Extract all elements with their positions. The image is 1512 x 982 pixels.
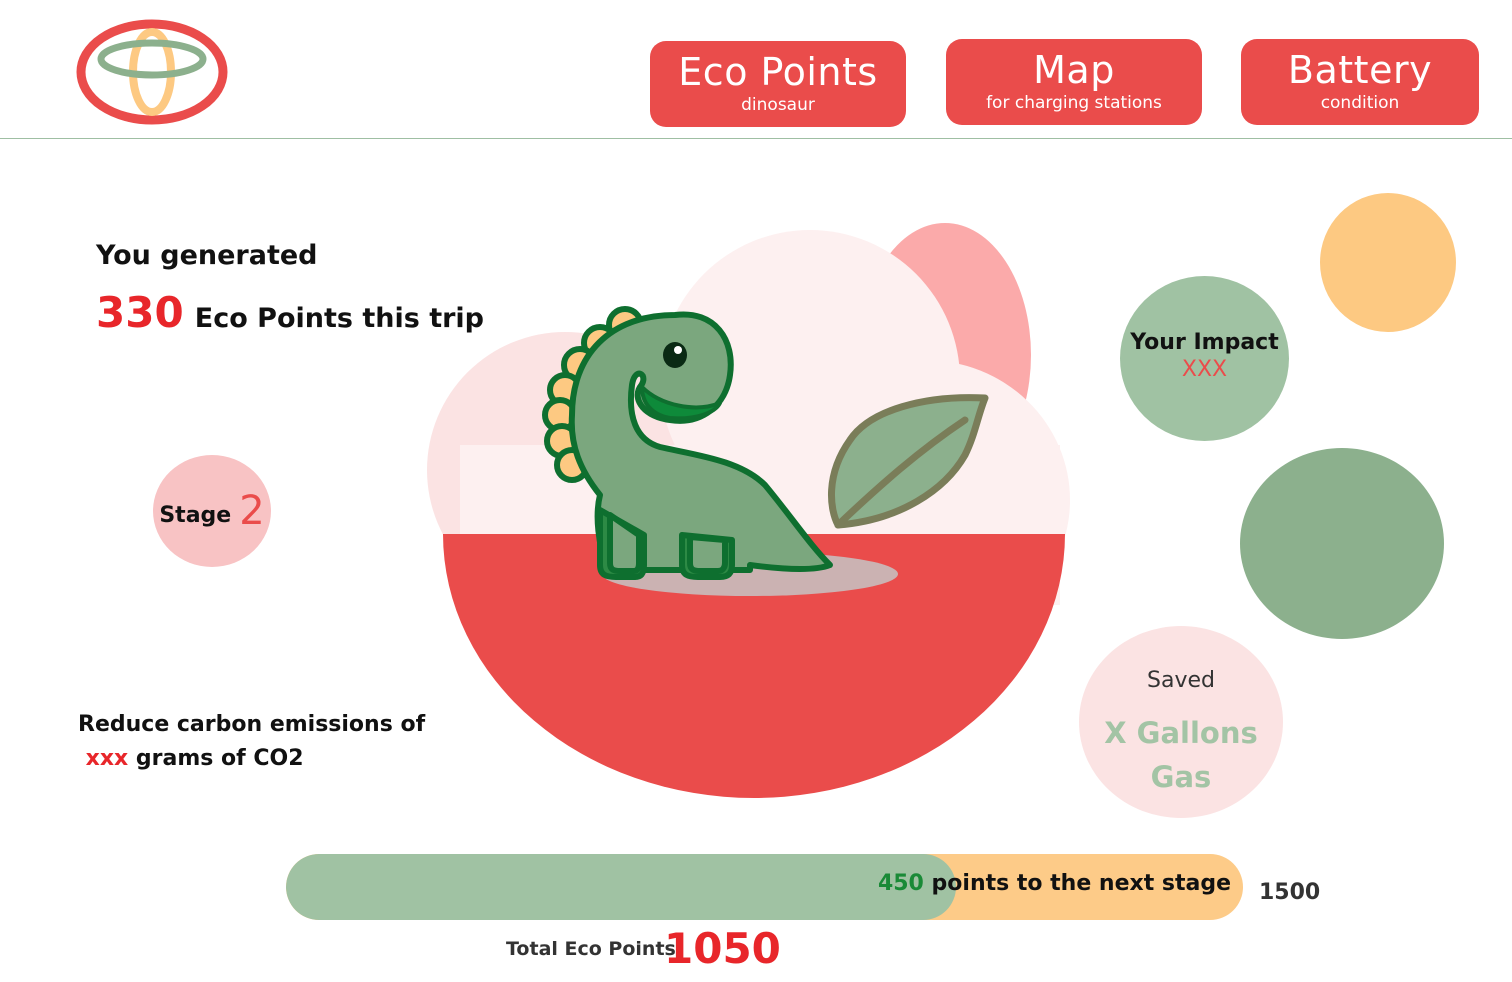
stage-value: 2 [239,488,265,534]
saved-value-line1: X Gallons [1104,716,1258,750]
saved-bubble[interactable]: Saved X Gallons Gas [1079,626,1283,818]
nav-battery-button[interactable]: Battery condition [1241,39,1479,125]
decorative-orange-bubble [1320,193,1456,332]
nav-eco-points-subtitle: dinosaur [741,95,815,115]
nav-battery-subtitle: condition [1320,93,1400,113]
progress-max-label: 1500 [1259,880,1321,905]
stage-label: Stage [159,502,232,528]
dinosaur-scene [427,223,1070,798]
progress-remaining-label: points to the next stage [923,871,1231,896]
nav-map-title: Map [1033,48,1115,92]
nav-map-subtitle: for charging stations [986,93,1162,113]
saved-value: X Gallons Gas [1104,711,1258,799]
progress-remaining-text: 450 points to the next stage [878,871,1231,896]
nav-eco-points-button[interactable]: Eco Points dinosaur [650,41,906,127]
progress-remaining-value: 450 [877,871,924,896]
total-eco-points-label: Total Eco Points [506,938,676,960]
carbon-reduction-line1: Reduce carbon emissions of [78,712,426,737]
nav-map-button[interactable]: Map for charging stations [946,39,1202,125]
stage-progress-fill [286,854,956,920]
logo-icon[interactable] [76,19,228,125]
saved-label: Saved [1147,668,1215,693]
carbon-reduction-line2: xxx grams of CO2 [78,742,438,776]
carbon-reduction-text: Reduce carbon emissions of xxx grams of … [78,708,438,776]
carbon-reduction-unit: grams of CO2 [128,746,304,771]
carbon-reduction-amount: xxx [85,746,129,771]
nav-battery-title: Battery [1287,48,1433,92]
impact-bubble[interactable]: Your Impact XXX [1120,276,1289,441]
total-eco-points-value: 1050 [664,924,781,973]
impact-value: XXX [1181,356,1228,382]
saved-value-line2: Gas [1150,760,1212,794]
trip-generated-label: You generated [96,240,318,271]
stage-progress-bar: 450 points to the next stage [286,854,1243,920]
trip-points-value: 330 [96,288,184,337]
impact-label: Your Impact [1130,329,1279,355]
decorative-green-bubble [1240,448,1444,639]
header-divider [0,138,1512,139]
stage-badge: Stage 2 [153,455,271,567]
nav-eco-points-title: Eco Points [678,50,878,94]
